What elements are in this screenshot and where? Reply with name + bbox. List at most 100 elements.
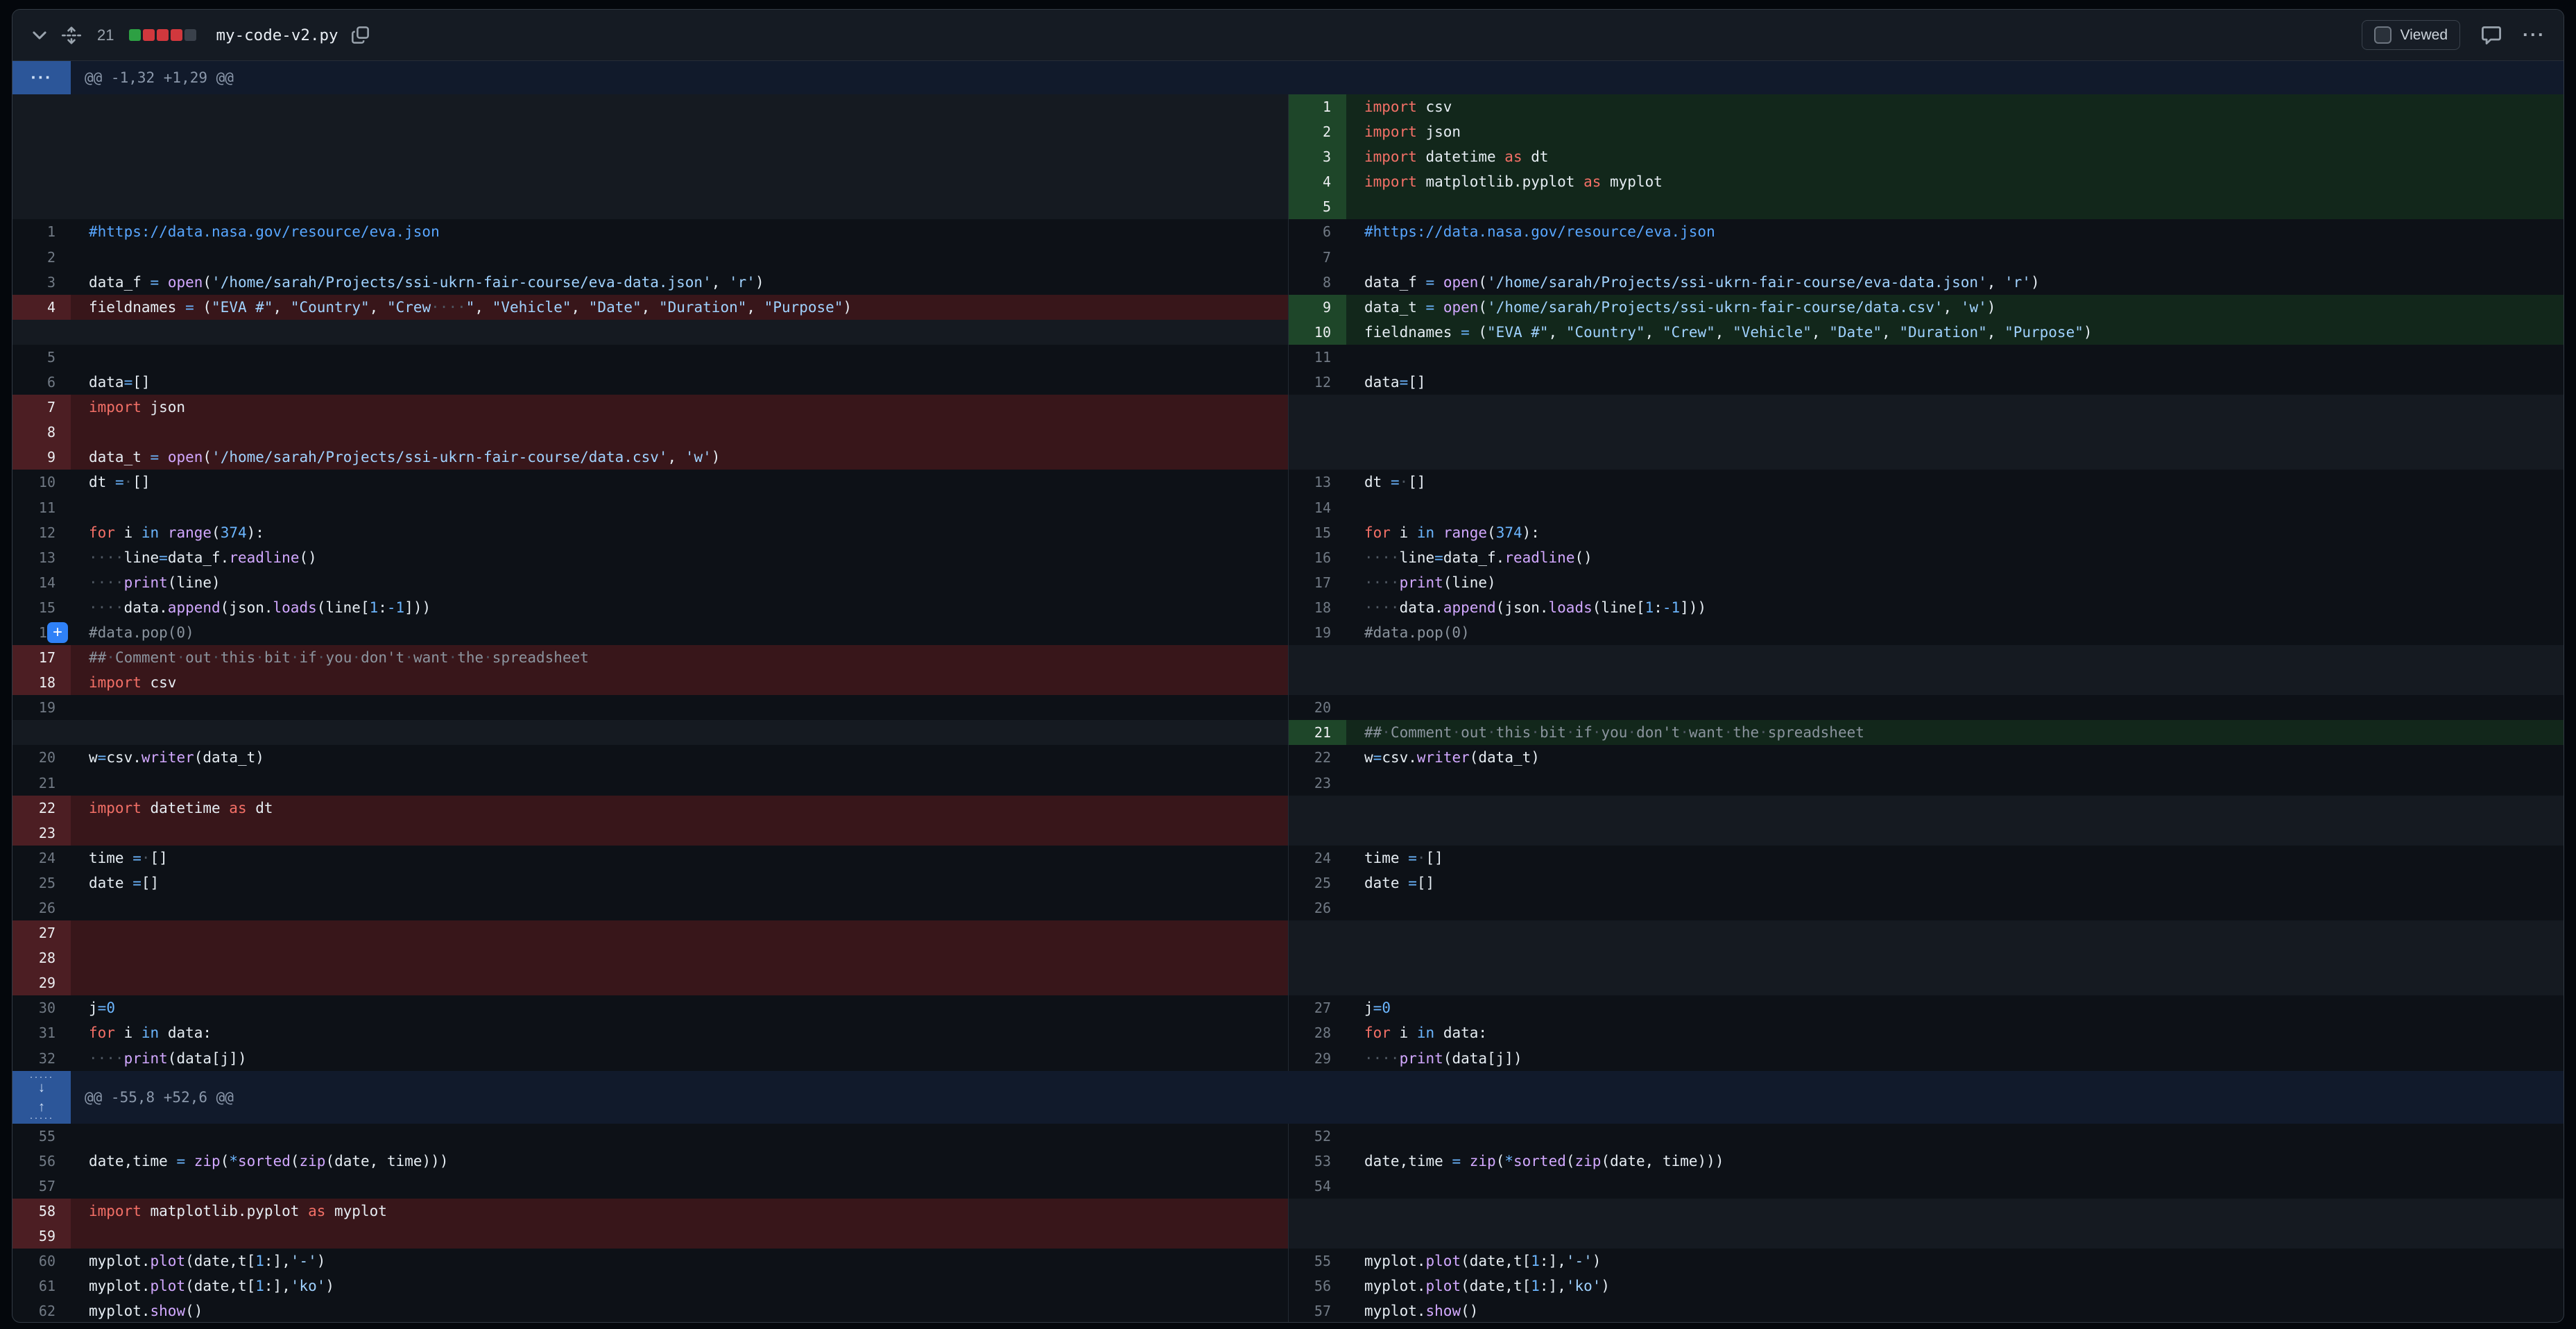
line-number-old[interactable]: 27 (12, 920, 71, 945)
line-number-new[interactable]: 23 (1288, 771, 1346, 796)
line-number-new[interactable]: 12 (1288, 370, 1346, 395)
line-number-old[interactable]: 31 (12, 1020, 71, 1045)
line-number-old[interactable]: 16+ (12, 620, 71, 645)
viewed-toggle[interactable]: Viewed (2362, 20, 2461, 50)
line-number-new[interactable]: 25 (1288, 871, 1346, 895)
line-number-new[interactable]: 4 (1288, 169, 1346, 194)
hunk-header-text: @@ -1,32 +1,29 @@ (71, 61, 2564, 94)
line-number-old[interactable]: 18 (12, 670, 71, 695)
diff-row: 31for i in data:28for i in data: (12, 1020, 2564, 1045)
line-number-old[interactable]: 25 (12, 871, 71, 895)
kebab-menu-icon[interactable]: ··· (2523, 24, 2545, 46)
line-number-old[interactable]: 12 (12, 520, 71, 545)
line-number-new[interactable]: 52 (1288, 1124, 1346, 1149)
line-number-new[interactable]: 54 (1288, 1174, 1346, 1199)
code-line-new: ##·Comment·out·this·bit·if·you·don't·wan… (1346, 720, 2564, 745)
hunk-header-row: ···@@ -1,32 +1,29 @@ (12, 61, 2564, 94)
line-number-new[interactable]: 29 (1288, 1046, 1346, 1071)
diff-row: 15····data.append(json.loads(line[1:-1])… (12, 595, 2564, 620)
line-number-old[interactable]: 60 (12, 1249, 71, 1274)
line-number-old[interactable]: 17 (12, 645, 71, 670)
line-number-new[interactable]: 55 (1288, 1249, 1346, 1274)
code-line-old: for i in range(374): (71, 520, 1288, 545)
line-number-old[interactable]: 11 (12, 495, 71, 520)
line-number-old[interactable]: 15 (12, 595, 71, 620)
line-number-old[interactable]: 20 (12, 745, 71, 770)
line-number-old[interactable]: 19 (12, 695, 71, 720)
code-line-new: #data.pop(0) (1346, 620, 2564, 645)
line-number-old[interactable]: 3 (12, 270, 71, 295)
line-number-new[interactable]: 2 (1288, 119, 1346, 144)
line-number-old[interactable]: 32 (12, 1046, 71, 1071)
line-number-new[interactable]: 21 (1288, 720, 1346, 745)
expand-down-button[interactable]: ·····↓ (12, 1071, 71, 1097)
line-number-new[interactable]: 56 (1288, 1274, 1346, 1298)
line-number-old[interactable]: 7 (12, 395, 71, 420)
line-number-new[interactable]: 10 (1288, 320, 1346, 345)
line-number-old[interactable]: 58 (12, 1199, 71, 1224)
line-number-new[interactable]: 53 (1288, 1149, 1346, 1174)
code-line-new (1346, 1199, 2564, 1224)
line-number-old[interactable]: 22 (12, 796, 71, 821)
line-number-old[interactable]: 26 (12, 895, 71, 920)
line-number-old[interactable]: 61 (12, 1274, 71, 1298)
line-number-new[interactable]: 11 (1288, 345, 1346, 370)
line-number-old[interactable]: 2 (12, 245, 71, 270)
line-number-old[interactable]: 55 (12, 1124, 71, 1149)
unfold-arrows-icon[interactable] (61, 25, 82, 46)
line-number-old[interactable]: 62 (12, 1298, 71, 1323)
viewed-checkbox[interactable] (2374, 26, 2392, 44)
line-number-new[interactable]: 18 (1288, 595, 1346, 620)
code-line-new: import matplotlib.pyplot as myplot (1346, 169, 2564, 194)
line-number-old[interactable]: 4 (12, 295, 71, 320)
line-number-old[interactable]: 5 (12, 345, 71, 370)
file-name[interactable]: my-code-v2.py (216, 26, 338, 44)
line-number-new[interactable]: 15 (1288, 520, 1346, 545)
line-number-old[interactable]: 9 (12, 445, 71, 470)
line-number-new[interactable]: 57 (1288, 1298, 1346, 1323)
line-number-old[interactable]: 56 (12, 1149, 71, 1174)
line-number-old[interactable]: 24 (12, 846, 71, 871)
line-number-new[interactable]: 19 (1288, 620, 1346, 645)
line-number-old[interactable]: 57 (12, 1174, 71, 1199)
add-comment-plus-button[interactable]: + (47, 622, 68, 643)
collapse-file-chevron-icon[interactable] (31, 26, 49, 44)
code-line-new: for i in range(374): (1346, 520, 2564, 545)
code-line-old (71, 1224, 1288, 1249)
line-number-new[interactable]: 5 (1288, 194, 1346, 219)
line-number-new[interactable]: 20 (1288, 695, 1346, 720)
line-number-new[interactable]: 16 (1288, 545, 1346, 570)
line-number-old[interactable]: 23 (12, 821, 71, 846)
line-number-old[interactable]: 29 (12, 970, 71, 995)
line-number-old[interactable]: 28 (12, 945, 71, 970)
line-number-old[interactable]: 8 (12, 420, 71, 445)
line-number-new[interactable]: 26 (1288, 895, 1346, 920)
line-number-old[interactable]: 59 (12, 1224, 71, 1249)
line-number-new[interactable]: 17 (1288, 570, 1346, 595)
line-number-old[interactable]: 13 (12, 545, 71, 570)
line-number-new[interactable]: 3 (1288, 144, 1346, 169)
line-number-new[interactable]: 28 (1288, 1020, 1346, 1045)
copy-path-icon[interactable] (351, 26, 370, 44)
line-number-new[interactable]: 1 (1288, 94, 1346, 119)
line-number-new[interactable]: 27 (1288, 995, 1346, 1020)
line-number-new[interactable]: 13 (1288, 470, 1346, 495)
line-number-new[interactable]: 14 (1288, 495, 1346, 520)
line-number-new[interactable]: 24 (1288, 846, 1346, 871)
code-line-old: myplot.plot(date,t[1:],'ko') (71, 1274, 1288, 1298)
line-number-new[interactable]: 8 (1288, 270, 1346, 295)
diff-row: 11 14 (12, 495, 2564, 520)
line-number-old[interactable]: 30 (12, 995, 71, 1020)
line-number-old[interactable]: 21 (12, 771, 71, 796)
line-number-new[interactable]: 9 (1288, 295, 1346, 320)
line-number-new[interactable]: 22 (1288, 745, 1346, 770)
expand-hunk-button[interactable]: ··· (12, 61, 71, 94)
expand-up-button[interactable]: ↑····· (12, 1097, 71, 1124)
line-number-old[interactable]: 1 (12, 219, 71, 244)
line-number-new[interactable]: 7 (1288, 245, 1346, 270)
line-number-new[interactable]: 6 (1288, 219, 1346, 244)
line-number-old[interactable]: 14 (12, 570, 71, 595)
comment-bubble-icon[interactable] (2481, 25, 2502, 46)
line-number-old[interactable]: 6 (12, 370, 71, 395)
line-number-old[interactable]: 10 (12, 470, 71, 495)
